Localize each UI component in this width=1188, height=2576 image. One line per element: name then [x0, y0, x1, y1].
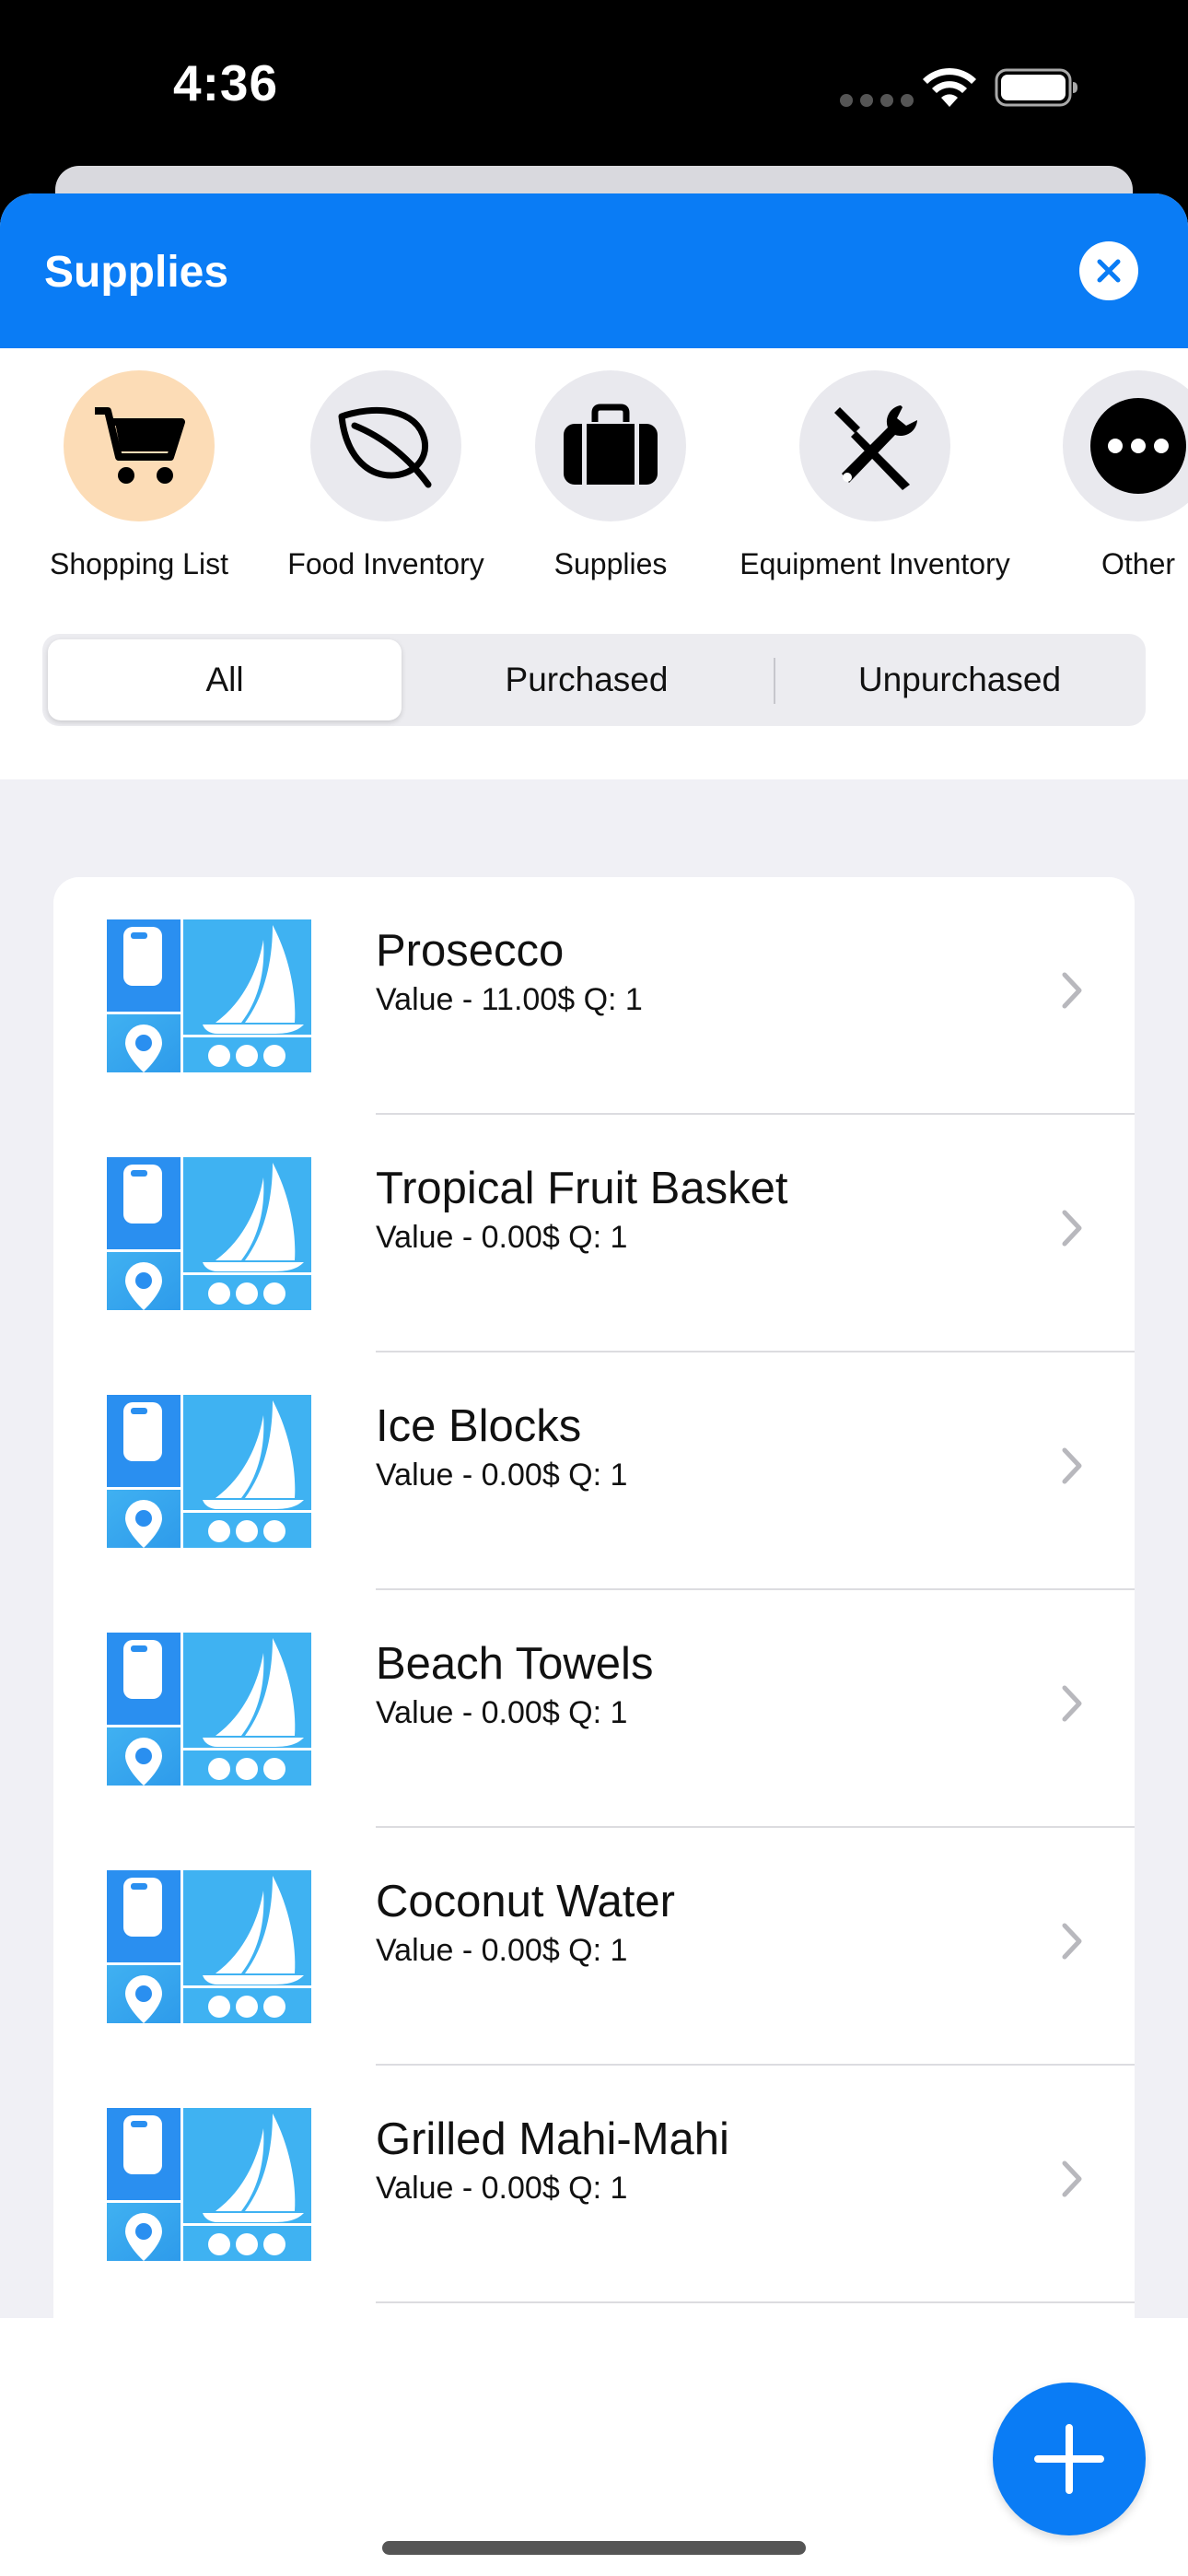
- item-detail: Value - 0.00$ Q: 1: [376, 1458, 628, 1493]
- category-label: Food Inventory: [287, 547, 484, 580]
- screen: 4:36 Supplies Shopping List Food Invento…: [0, 0, 1188, 2576]
- chevron-right-icon: [1062, 1685, 1082, 1722]
- item-thumbnail: [107, 1870, 311, 2023]
- item-detail: Value - 0.00$ Q: 1: [376, 2171, 628, 2206]
- category-equipment-inventory[interactable]: Equipment Inventory: [728, 370, 1022, 581]
- category-circle: [310, 370, 461, 521]
- category-label: Equipment Inventory: [740, 547, 1010, 580]
- close-icon: [1097, 259, 1121, 283]
- item-thumbnail: [107, 1633, 311, 1786]
- close-button[interactable]: [1079, 241, 1138, 300]
- category-circle: [1063, 370, 1188, 521]
- nav-bar: Supplies: [0, 193, 1188, 348]
- segment-divider: [774, 658, 775, 704]
- briefcase-icon: [564, 404, 658, 485]
- cart-icon: [95, 407, 185, 484]
- item-thumbnail: [107, 1157, 311, 1310]
- page-title: Supplies: [44, 248, 229, 297]
- list-item[interactable]: Prosecco Value - 11.00$ Q: 1: [53, 877, 1135, 1115]
- cellular-signal-icon: [840, 94, 914, 107]
- item-name: Prosecco: [376, 926, 565, 976]
- more-icon: [1090, 398, 1186, 494]
- category-supplies[interactable]: Supplies: [518, 370, 703, 581]
- list-item[interactable]: Coconut Water Value - 0.00$ Q: 1: [53, 1828, 1135, 2066]
- item-thumbnail: [107, 919, 311, 1072]
- chevron-right-icon: [1062, 1923, 1082, 1960]
- category-shopping-list[interactable]: Shopping List: [39, 370, 239, 581]
- list-item[interactable]: Tropical Fruit Basket Value - 0.00$ Q: 1: [53, 1115, 1135, 1352]
- category-label: Supplies: [553, 547, 668, 580]
- category-label: Shopping List: [50, 547, 228, 580]
- list-item[interactable]: Ice Blocks Value - 0.00$ Q: 1: [53, 1352, 1135, 1590]
- tools-icon: [834, 405, 917, 490]
- item-thumbnail: [107, 2108, 311, 2261]
- item-name: Grilled Mahi-Mahi: [376, 2114, 729, 2164]
- item-name: Beach Towels: [376, 1639, 654, 1689]
- segment-all[interactable]: All: [48, 639, 402, 720]
- item-name: Coconut Water: [376, 1877, 675, 1926]
- item-name: Tropical Fruit Basket: [376, 1164, 788, 1213]
- status-time: 4:36: [173, 54, 279, 111]
- item-detail: Value - 0.00$ Q: 1: [376, 1933, 628, 1968]
- chevron-right-icon: [1062, 1210, 1082, 1247]
- items-list: Prosecco Value - 11.00$ Q: 1 Tropical Fr…: [53, 877, 1135, 2318]
- status-bar: 4:36: [0, 0, 1188, 184]
- battery-icon: [995, 68, 1077, 107]
- category-label: Other: [1101, 547, 1176, 580]
- plus-icon: [1034, 2424, 1104, 2494]
- purchase-filter-segmented-control: All Purchased Unpurchased: [42, 634, 1146, 726]
- item-detail: Value - 11.00$ Q: 1: [376, 982, 643, 1017]
- chevron-right-icon: [1062, 972, 1082, 1009]
- category-circle: [64, 370, 215, 521]
- item-thumbnail: [107, 1395, 311, 1548]
- list-item[interactable]: Grilled Mahi-Mahi Value - 0.00$ Q: 1: [53, 2066, 1135, 2303]
- chevron-right-icon: [1062, 2160, 1082, 2197]
- chevron-right-icon: [1062, 1447, 1082, 1484]
- category-circle: [535, 370, 686, 521]
- item-detail: Value - 0.00$ Q: 1: [376, 1220, 628, 1255]
- row-separator: [376, 2301, 1135, 2303]
- home-indicator: [382, 2541, 806, 2555]
- category-other[interactable]: Other: [1063, 370, 1188, 581]
- segment-unpurchased[interactable]: Unpurchased: [779, 639, 1140, 720]
- item-detail: Value - 0.00$ Q: 1: [376, 1695, 628, 1730]
- item-name: Ice Blocks: [376, 1401, 582, 1451]
- category-food-inventory[interactable]: Food Inventory: [276, 370, 495, 581]
- leaf-icon: [338, 406, 432, 488]
- category-circle: [799, 370, 950, 521]
- category-scroller: Shopping List Food Inventory Supplies Eq…: [0, 348, 1188, 625]
- wifi-icon: [923, 67, 976, 107]
- segment-purchased[interactable]: Purchased: [407, 639, 766, 720]
- add-item-button[interactable]: [993, 2383, 1146, 2535]
- list-item[interactable]: Beach Towels Value - 0.00$ Q: 1: [53, 1590, 1135, 1828]
